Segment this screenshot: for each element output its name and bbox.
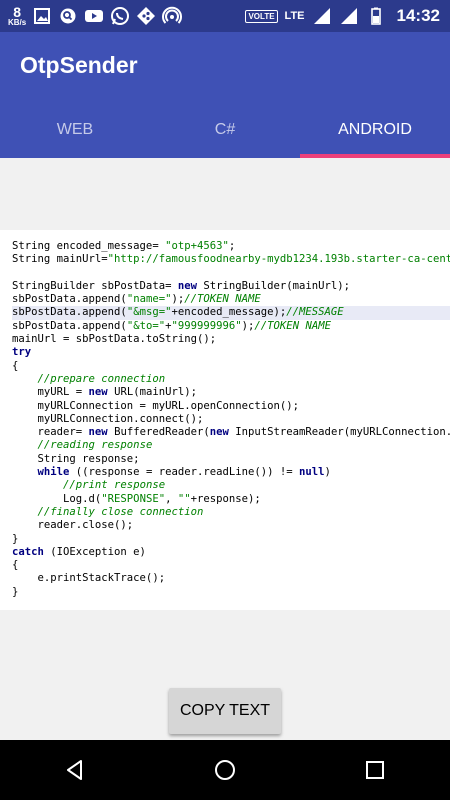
code-line: String encoded_message= "otp+4563"; (12, 240, 236, 252)
code-line: myURLConnection = myURL.openConnection()… (12, 399, 300, 412)
code-line: String response; (12, 452, 140, 465)
hotspot-icon (162, 6, 183, 26)
code-line: sbPostData.append("name=");//TOKEN NAME (12, 293, 261, 306)
home-icon[interactable] (205, 750, 245, 790)
code-line: catch (IOException e) (12, 545, 146, 558)
app-bar: OtpSender (0, 32, 450, 102)
network-speed: 8 KB/s (8, 5, 26, 27)
code-line: mainUrl = sbPostData.toString(); (12, 333, 217, 346)
code-line: while ((response = reader.readLine()) !=… (37, 466, 331, 479)
code-line: StringBuilder sbPostData= new StringBuil… (12, 279, 351, 292)
recents-icon[interactable] (355, 750, 395, 790)
volte-badge: VOLTE (245, 9, 278, 23)
code-line: { (12, 359, 19, 372)
shareit-icon (136, 6, 156, 26)
copy-text-button[interactable]: COPY TEXT (169, 688, 281, 734)
app-title: OtpSender (20, 52, 138, 78)
code-line: //finally close connection (37, 505, 204, 518)
signal-icon (312, 6, 332, 26)
net-speed-unit: KB/s (8, 18, 27, 27)
code-block: String encoded_message= "otp+4563"; Strin… (0, 230, 450, 599)
back-icon[interactable] (55, 750, 95, 790)
code-line: reader.close(); (12, 519, 134, 532)
search-icon (58, 6, 78, 26)
code-view[interactable]: String encoded_message= "otp+4563"; Strin… (0, 230, 450, 610)
content-area: String encoded_message= "otp+4563"; Strin… (0, 158, 450, 740)
status-bar: 8 KB/s VOLTE LTE 14:32 (0, 0, 450, 32)
navigation-bar (0, 740, 450, 800)
lte-label: LTE (284, 10, 305, 22)
image-icon (32, 6, 52, 26)
battery-icon (366, 6, 386, 26)
code-line: //print response (63, 479, 166, 492)
code-line: } (12, 532, 19, 545)
code-line: sbPostData.append("&to="+"999999996");//… (12, 319, 331, 332)
tab-web[interactable]: WEB (0, 102, 150, 158)
code-line: try (12, 346, 32, 359)
tab-android[interactable]: ANDROID (300, 102, 450, 158)
code-line: Log.d("RESPONSE", ""+response); (12, 492, 261, 505)
tab-csharp[interactable]: C# (150, 102, 300, 158)
tab-bar: WEB C# ANDROID (0, 102, 450, 158)
code-line: myURL = new URL(mainUrl); (12, 386, 197, 399)
wifi-icon (339, 6, 359, 26)
code-line: //prepare connection (37, 372, 166, 385)
code-line: reader= new BufferedReader(new InputStre… (12, 426, 450, 439)
code-line: sbPostData.append("&msg="+encoded_messag… (12, 306, 450, 320)
net-speed-value: 8 (13, 4, 22, 20)
code-line: { (12, 559, 19, 572)
code-line: String mainUrl="http://famousfoodnearby-… (12, 253, 450, 266)
code-line: e.printStackTrace(); (12, 572, 166, 585)
whatsapp-icon (110, 6, 130, 26)
code-line: } (12, 585, 19, 598)
code-line: //reading response (37, 439, 153, 452)
status-time: 14:32 (396, 6, 440, 25)
code-line: myURLConnection.connect(); (12, 412, 204, 425)
youtube-icon (84, 6, 104, 26)
